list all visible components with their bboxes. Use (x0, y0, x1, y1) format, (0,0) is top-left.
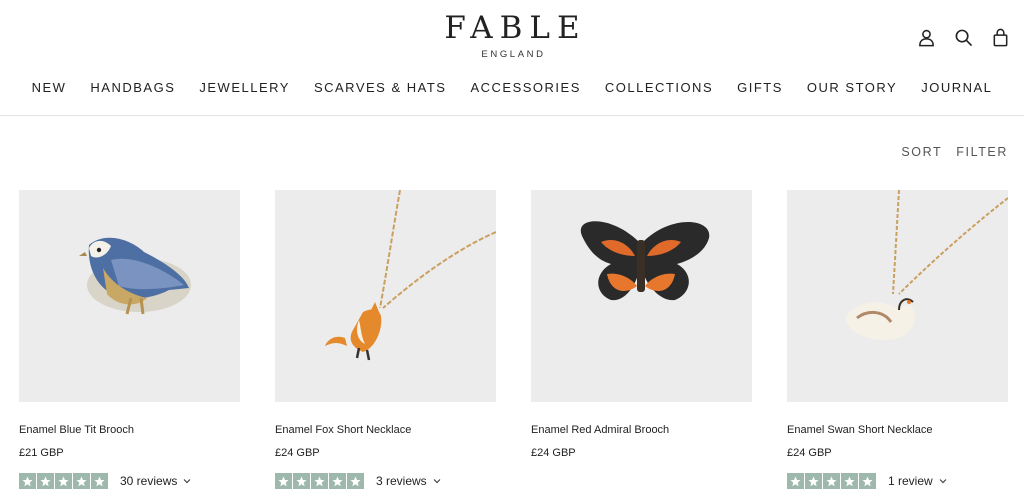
chevron-down-icon (939, 479, 947, 484)
sort-button[interactable]: SORT (901, 145, 942, 159)
filter-button[interactable]: FILTER (956, 145, 1008, 159)
product-rating: 3 reviews (275, 473, 441, 489)
star-icon (37, 473, 54, 489)
star-icon (347, 473, 364, 489)
reviews-toggle[interactable]: 1 review (888, 474, 947, 488)
product-price: £24 GBP (787, 447, 832, 459)
blue-tit-brooch-image (19, 190, 240, 402)
star-icon (859, 473, 876, 489)
star-icon (73, 473, 90, 489)
star-icon (55, 473, 72, 489)
product-card[interactable]: Enamel Red Admiral Brooch £24 GBP (531, 190, 752, 459)
sort-filter-bar: SORT FILTER (901, 145, 1008, 159)
star-rating (275, 473, 364, 489)
product-image[interactable] (19, 190, 240, 402)
product-image[interactable] (275, 190, 496, 402)
product-card[interactable]: Enamel Swan Short Necklace £24 GBP 1 rev… (787, 190, 1008, 489)
product-title[interactable]: Enamel Fox Short Necklace (275, 424, 411, 436)
chevron-down-icon (433, 479, 441, 484)
product-price: £24 GBP (531, 447, 576, 459)
product-title[interactable]: Enamel Swan Short Necklace (787, 424, 933, 436)
product-rating: 30 reviews (19, 473, 191, 489)
product-card[interactable]: Enamel Fox Short Necklace £24 GBP 3 revi… (275, 190, 496, 489)
account-icon[interactable] (917, 28, 936, 47)
reviews-count: 30 reviews (120, 474, 178, 488)
brand-logo[interactable]: FABLE ENGLAND (0, 10, 1024, 60)
nav-handbags[interactable]: HANDBAGS (90, 80, 175, 95)
product-image[interactable] (531, 190, 752, 402)
product-card[interactable]: Enamel Blue Tit Brooch £21 GBP 30 review… (19, 190, 240, 489)
search-icon[interactable] (954, 28, 973, 47)
product-price: £21 GBP (19, 447, 64, 459)
product-price: £24 GBP (275, 447, 320, 459)
red-admiral-brooch-image (531, 190, 752, 402)
star-icon (787, 473, 804, 489)
product-rating: 1 review (787, 473, 947, 489)
product-title[interactable]: Enamel Red Admiral Brooch (531, 424, 669, 436)
nav-collections[interactable]: COLLECTIONS (605, 80, 713, 95)
reviews-toggle[interactable]: 3 reviews (376, 474, 441, 488)
star-icon (823, 473, 840, 489)
main-nav: NEW HANDBAGS JEWELLERY SCARVES & HATS AC… (0, 80, 1024, 95)
site-header: FABLE ENGLAND NEW HANDBAGS JEWELLERY SCA… (0, 0, 1024, 116)
chevron-down-icon (183, 479, 191, 484)
reviews-toggle[interactable]: 30 reviews (120, 474, 191, 488)
star-icon (293, 473, 310, 489)
star-icon (275, 473, 292, 489)
star-icon (329, 473, 346, 489)
nav-new[interactable]: NEW (32, 80, 67, 95)
star-icon (311, 473, 328, 489)
star-icon (91, 473, 108, 489)
reviews-count: 3 reviews (376, 474, 427, 488)
star-icon (805, 473, 822, 489)
nav-gifts[interactable]: GIFTS (737, 80, 783, 95)
fox-necklace-image (275, 190, 496, 402)
product-image[interactable] (787, 190, 1008, 402)
nav-journal[interactable]: JOURNAL (921, 80, 992, 95)
nav-jewellery[interactable]: JEWELLERY (199, 80, 290, 95)
brand-name: FABLE (444, 10, 587, 46)
nav-our-story[interactable]: OUR STORY (807, 80, 897, 95)
reviews-count: 1 review (888, 474, 933, 488)
brand-tagline: ENGLAND (481, 49, 546, 60)
star-icon (841, 473, 858, 489)
star-icon (19, 473, 36, 489)
star-rating (19, 473, 108, 489)
product-title[interactable]: Enamel Blue Tit Brooch (19, 424, 134, 436)
nav-accessories[interactable]: ACCESSORIES (470, 80, 580, 95)
swan-necklace-image (787, 190, 1008, 402)
star-rating (787, 473, 876, 489)
nav-scarves-hats[interactable]: SCARVES & HATS (314, 80, 447, 95)
header-icons (917, 28, 1010, 47)
bag-icon[interactable] (991, 28, 1010, 47)
